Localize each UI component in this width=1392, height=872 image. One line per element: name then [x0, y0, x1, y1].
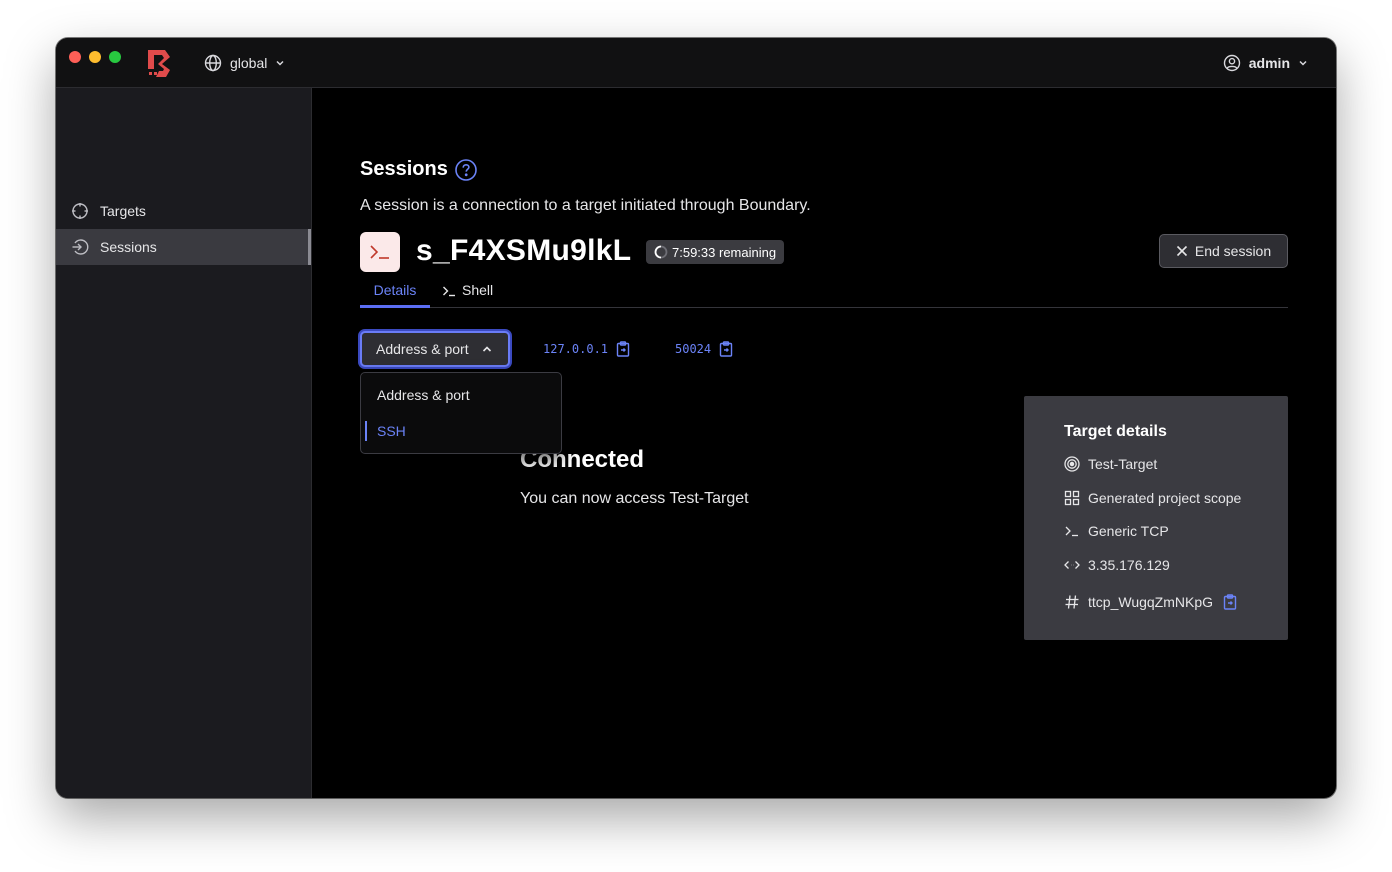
- hash-icon: [1064, 594, 1080, 610]
- menu-item-ssh[interactable]: SSH: [361, 415, 561, 447]
- port-text: 50024: [675, 342, 712, 356]
- target-id: ttcp_WugqZmNKpG: [1088, 594, 1214, 610]
- terminal-icon: [360, 232, 400, 272]
- target-icon: [1064, 456, 1080, 472]
- main-content: Sessions A session is a connection to a …: [312, 88, 1336, 798]
- sidebar-item-sessions[interactable]: Sessions: [56, 229, 311, 265]
- sidebar: Targets Sessions: [56, 88, 312, 798]
- user-menu[interactable]: admin: [1223, 52, 1308, 74]
- sidebar-item-label: Targets: [100, 203, 146, 219]
- time-remaining-badge: 7:59:33 remaining: [646, 240, 785, 264]
- copy-target-id-icon[interactable]: [1223, 594, 1237, 610]
- address-text: 127.0.0.1: [543, 342, 609, 356]
- address-value: 127.0.0.1: [543, 341, 630, 357]
- sign-in-icon: [71, 238, 89, 256]
- target-scope-row: Generated project scope: [1064, 490, 1241, 506]
- connected-message: You can now access Test-Target: [520, 490, 749, 507]
- app-window: global admin Targets Sessions Sessions A…: [56, 38, 1336, 798]
- scope-selector[interactable]: global: [204, 52, 285, 74]
- page-subtitle: A session is a connection to a target in…: [360, 197, 811, 214]
- menu-item-label: SSH: [377, 423, 406, 439]
- target-details-card: Target details Test-Target Generated pro…: [1024, 396, 1288, 640]
- port-value: 50024: [675, 341, 733, 357]
- minimize-window-button[interactable]: [89, 51, 101, 63]
- target-details-title: Target details: [1064, 423, 1167, 440]
- menu-item-label: Address & port: [377, 387, 470, 403]
- title-bar: global admin: [56, 38, 1336, 88]
- connection-type-menu: Address & port SSH: [360, 372, 562, 454]
- sidebar-item-label: Sessions: [100, 239, 157, 255]
- dropdown-label: Address & port: [376, 341, 469, 357]
- target-scope: Generated project scope: [1088, 490, 1242, 506]
- target-address-row: 3.35.176.129: [1064, 557, 1170, 573]
- terminal-prompt-icon: [443, 286, 455, 297]
- crosshair-icon: [71, 202, 89, 220]
- loading-spinner-icon: [654, 245, 668, 259]
- target-id-row: ttcp_WugqZmNKpG: [1064, 594, 1237, 610]
- connection-type-dropdown[interactable]: Address & port: [360, 331, 510, 367]
- menu-item-address-port[interactable]: Address & port: [361, 379, 561, 411]
- sidebar-item-targets[interactable]: Targets: [56, 193, 311, 229]
- time-remaining-label: 7:59:33 remaining: [672, 244, 777, 260]
- boundary-logo-icon: [148, 50, 170, 77]
- session-id: s_F4XSMu9lkL: [416, 234, 632, 267]
- end-session-button[interactable]: End session: [1159, 234, 1288, 268]
- scope-label: global: [230, 55, 268, 71]
- close-icon: [1176, 245, 1187, 257]
- code-arrows-icon: [1064, 557, 1080, 573]
- grid-icon: [1064, 490, 1080, 506]
- close-window-button[interactable]: [69, 51, 81, 63]
- target-type-row: Generic TCP: [1064, 523, 1169, 539]
- page-title: Sessions: [360, 158, 477, 181]
- chevron-down-icon: [1299, 60, 1307, 66]
- tab-shell[interactable]: Shell: [442, 278, 493, 307]
- tab-details[interactable]: Details: [360, 278, 430, 308]
- copy-address-icon[interactable]: [616, 341, 630, 357]
- tab-bar: Details Shell: [360, 278, 1288, 308]
- tab-shell-label: Shell: [462, 282, 494, 298]
- target-type: Generic TCP: [1088, 523, 1169, 539]
- help-icon[interactable]: [455, 158, 477, 181]
- end-session-label: End session: [1194, 243, 1272, 259]
- globe-icon: [204, 54, 222, 72]
- zoom-window-button[interactable]: [109, 51, 121, 63]
- page-title-text: Sessions: [360, 158, 448, 180]
- target-name: Test-Target: [1088, 456, 1158, 472]
- user-circle-icon: [1223, 54, 1240, 72]
- target-name-row: Test-Target: [1064, 456, 1157, 472]
- chevron-down-icon: [276, 60, 284, 66]
- copy-port-icon[interactable]: [719, 341, 733, 357]
- chevron-up-icon: [482, 346, 491, 352]
- terminal-prompt-icon: [1064, 523, 1080, 539]
- tab-details-label: Details: [373, 282, 417, 298]
- user-label: admin: [1248, 55, 1290, 71]
- target-address: 3.35.176.129: [1088, 557, 1170, 573]
